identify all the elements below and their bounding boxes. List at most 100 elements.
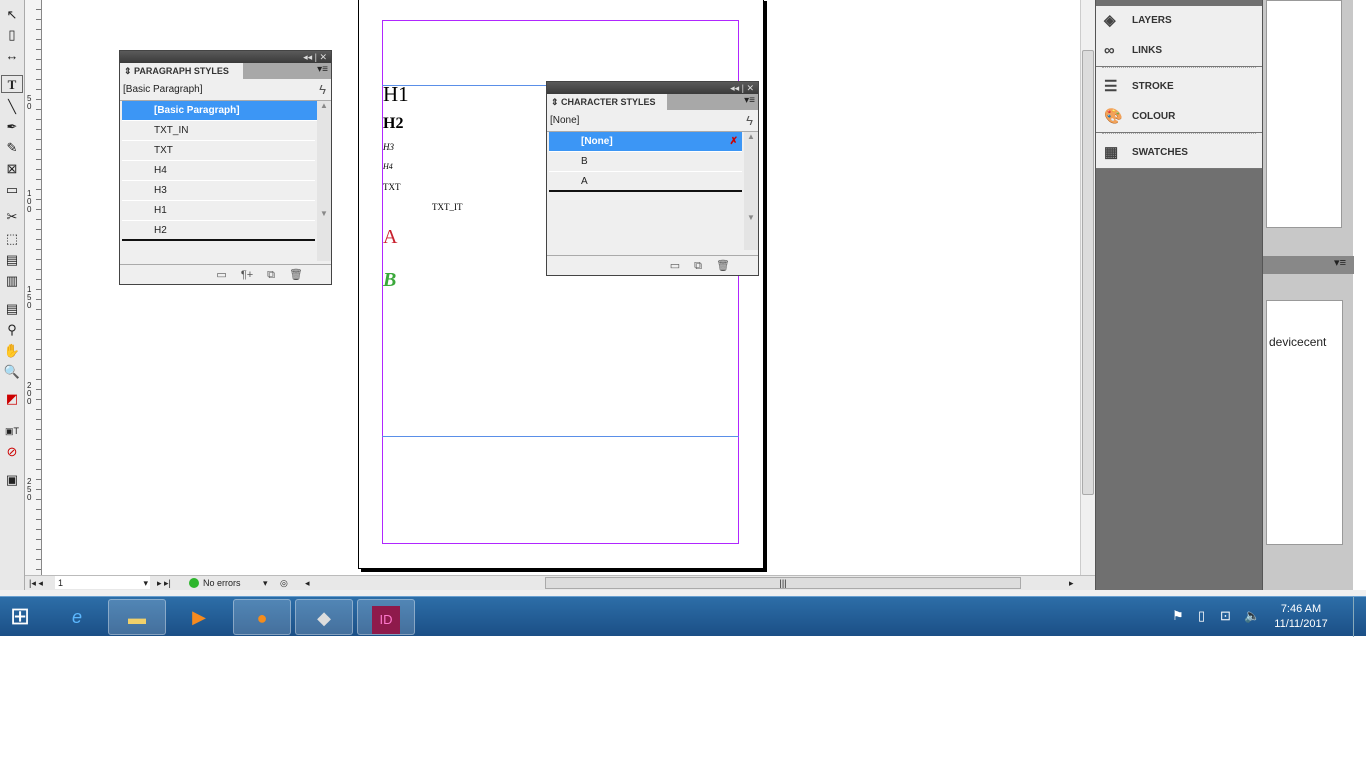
doc-text-a[interactable]: A <box>383 226 397 249</box>
style-item[interactable]: H2 <box>122 221 315 241</box>
type-tool-icon[interactable]: T <box>1 75 23 93</box>
gradient-tool-icon[interactable]: ▤ <box>1 251 23 269</box>
next-page-icon[interactable]: ▸ ▸| <box>157 576 171 590</box>
panel-menu-icon[interactable]: ▾≡ <box>744 95 755 106</box>
doc-text-txt[interactable]: TXT <box>383 182 401 192</box>
preflight-status[interactable]: No errors <box>203 576 241 590</box>
new-group-icon[interactable]: ▭ <box>670 260 680 272</box>
note-tool-icon[interactable]: ▤ <box>1 300 23 318</box>
collapse-icon[interactable]: ◂◂ <box>730 83 739 93</box>
eyedropper-tool-icon[interactable]: ⚲ <box>1 321 23 339</box>
taskbar-indesign[interactable]: ID <box>357 599 415 635</box>
new-group-icon[interactable]: ▭ <box>216 269 226 281</box>
tab-paragraph-styles[interactable]: ⇕ PARAGRAPH STYLES <box>120 63 243 79</box>
selection-tool-icon[interactable]: ↖ <box>1 6 23 24</box>
scissors-tool-icon[interactable]: ✂ <box>1 208 23 226</box>
clock[interactable]: 7:46 AM 11/11/2017 <box>1268 602 1334 632</box>
panel-menu-icon[interactable]: ▾≡ <box>317 64 328 75</box>
style-item[interactable]: [None] ✗ <box>549 132 742 152</box>
show-desktop-button[interactable] <box>1353 597 1366 637</box>
gap-tool-icon[interactable]: ↔ <box>1 47 23 65</box>
style-item[interactable]: A <box>549 172 742 192</box>
doc-text-h2[interactable]: H2 <box>383 115 403 133</box>
doc-text-h3[interactable]: H3 <box>383 142 394 152</box>
scrollbar[interactable]: ▲ ▼ <box>744 132 758 250</box>
dock-item-swatches[interactable]: ▦ SWATCHES <box>1096 138 1262 168</box>
action-center-icon[interactable]: ⚑ <box>1172 608 1184 624</box>
scroll-right-icon[interactable]: ▸ <box>1069 576 1074 590</box>
style-item[interactable]: H4 <box>122 161 315 181</box>
page-tool-icon[interactable]: ▯ <box>1 26 23 44</box>
volume-icon[interactable]: 🔈 <box>1244 608 1260 624</box>
new-style-icon[interactable]: ⧉ <box>694 260 702 272</box>
style-item[interactable]: TXT_IN <box>122 121 315 141</box>
vertical-scrollbar[interactable] <box>1080 0 1095 575</box>
gradient-feather-tool-icon[interactable]: ▥ <box>1 272 23 290</box>
dock-item-links[interactable]: ∞ LINKS <box>1096 36 1262 66</box>
quick-apply-icon[interactable]: ϟ <box>746 110 753 132</box>
hand-tool-icon[interactable]: ✋ <box>1 342 23 360</box>
collapse-icon[interactable]: ◂◂ <box>303 52 312 62</box>
screen-mode-icon[interactable]: ▣ <box>1 471 23 489</box>
delete-icon[interactable]: 🗑 <box>716 260 730 272</box>
taskbar-internet-explorer[interactable]: e <box>48 599 106 635</box>
preflight-options-icon[interactable]: ◎ <box>280 576 288 590</box>
page-number-field[interactable]: 1 ▾ <box>55 576 150 589</box>
style-item[interactable]: B <box>549 152 742 172</box>
rectangle-frame-tool-icon[interactable]: ⊠ <box>1 160 23 178</box>
style-item[interactable]: TXT <box>122 141 315 161</box>
first-page-icon[interactable]: |◂ ◂ <box>29 576 43 590</box>
taskbar-media-player[interactable]: ▶ <box>170 599 228 635</box>
fill-stroke-icon[interactable]: ◩ <box>1 390 23 408</box>
dock-item-layers[interactable]: ◈ LAYERS <box>1096 6 1262 36</box>
rectangle-tool-icon[interactable]: ▭ <box>1 181 23 199</box>
style-item[interactable]: H3 <box>122 181 315 201</box>
doc-text-txt-it[interactable]: TXT_IT <box>432 202 463 212</box>
formatting-container-icon[interactable]: ▣T <box>1 422 23 440</box>
tab-character-styles[interactable]: ⇕ CHARACTER STYLES <box>547 94 667 110</box>
pen-tool-icon[interactable]: ✒ <box>1 118 23 136</box>
pencil-tool-icon[interactable]: ✎ <box>1 139 23 157</box>
start-button[interactable]: ⊞ <box>0 599 40 635</box>
line-tool-icon[interactable]: ╲ <box>1 98 23 116</box>
zoom-tool-icon[interactable]: 🔍 <box>1 363 23 381</box>
swatches-icon: ▦ <box>1104 144 1119 161</box>
preflight-menu-icon[interactable]: ▾ <box>263 576 268 590</box>
scrollbar[interactable]: ▲ ▼ <box>317 101 331 261</box>
scroll-left-icon[interactable]: ◂ <box>305 576 310 590</box>
new-style-icon[interactable]: ⧉ <box>267 269 275 281</box>
text-frame-top <box>382 85 562 86</box>
panel-titlebar[interactable]: ◂◂ | ✕ <box>120 51 331 63</box>
style-item[interactable]: [Basic Paragraph] <box>122 101 331 121</box>
taskbar-app-5[interactable]: ◆ <box>295 599 353 635</box>
doc-text-h4[interactable]: H4 <box>383 162 393 171</box>
taskbar-file-explorer[interactable]: ▬ <box>108 599 166 635</box>
clear-overrides-icon[interactable]: ¶+ <box>241 269 253 281</box>
current-style: [Basic Paragraph] <box>123 84 203 95</box>
status-bar: |◂ ◂ 1 ▾ ▸ ▸| No errors ▾ ◎ ◂ ||| ▸ <box>25 575 1095 590</box>
ruler-label: 2 0 0 <box>27 381 32 406</box>
close-icon[interactable]: ✕ <box>319 52 327 62</box>
taskbar-firefox[interactable]: ● <box>233 599 291 635</box>
ruler-label: 5 0 <box>27 94 32 111</box>
guide-line <box>382 436 739 437</box>
dock-item-stroke[interactable]: ☰ STROKE <box>1096 72 1262 102</box>
style-item[interactable]: H1 <box>122 201 315 221</box>
doc-text-b[interactable]: B <box>383 269 396 292</box>
free-transform-tool-icon[interactable]: ⬚ <box>1 230 23 248</box>
network-icon[interactable]: ⊡ <box>1220 608 1231 624</box>
tab-label: CHARACTER STYLES <box>561 97 656 107</box>
quick-apply-icon[interactable]: ϟ <box>319 79 326 101</box>
apply-none-icon[interactable]: ⊘ <box>1 443 23 461</box>
close-icon[interactable]: ✕ <box>746 83 754 93</box>
panel-menu-icon[interactable]: ▾≡ <box>1263 256 1354 274</box>
vertical-ruler: 5 0 1 0 0 1 5 0 2 0 0 2 5 0 <box>25 0 42 575</box>
doc-text-h1[interactable]: H1 <box>383 82 409 107</box>
delete-icon[interactable]: 🗑 <box>289 269 303 281</box>
colour-icon: 🎨 <box>1104 108 1123 125</box>
stroke-icon: ☰ <box>1104 78 1118 95</box>
horizontal-scrollbar[interactable]: ||| <box>545 577 1021 589</box>
panel-titlebar[interactable]: ◂◂ | ✕ <box>547 82 758 94</box>
battery-icon[interactable]: ▯ <box>1198 608 1205 624</box>
dock-item-colour[interactable]: 🎨 COLOUR <box>1096 102 1262 132</box>
